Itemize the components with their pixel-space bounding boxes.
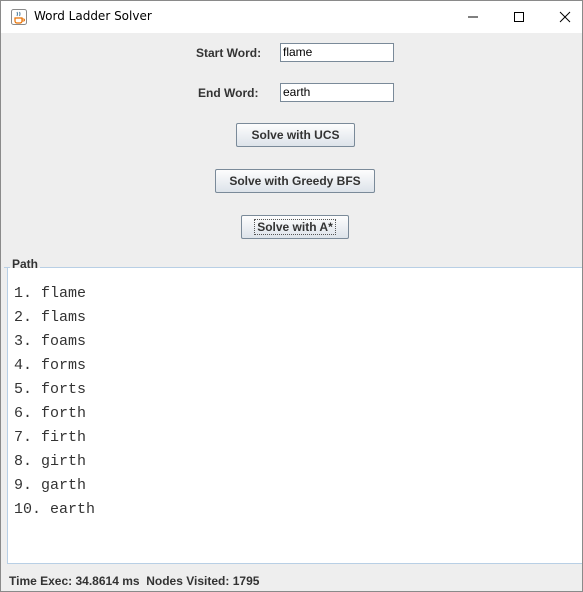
close-icon <box>559 11 571 23</box>
java-cup-icon[interactable] <box>11 9 27 25</box>
path-step: 8. girth <box>14 453 87 470</box>
path-step: 7. firth <box>14 429 87 446</box>
start-word-field[interactable]: flame <box>280 43 394 62</box>
path-step: 3. foams <box>14 333 87 350</box>
close-button[interactable] <box>542 1 583 33</box>
end-word-field[interactable]: earth <box>280 83 394 102</box>
solve-astar-label: Solve with A* <box>254 219 336 235</box>
maximize-icon <box>514 12 524 22</box>
solve-astar-button[interactable]: Solve with A* <box>241 215 349 239</box>
path-text-area[interactable]: 1. flame 2. flams 3. foams 4. forms 5. forts… <box>7 268 582 564</box>
end-word-label: End Word: <box>198 86 259 100</box>
path-step: 4. forms <box>14 357 87 374</box>
path-step: 1. flame <box>14 285 87 302</box>
solve-greedy-bfs-button[interactable]: Solve with Greedy BFS <box>215 169 375 193</box>
status-bar: Time Exec: 34.8614 ms Nodes Visited: 179… <box>9 574 259 588</box>
nodes-visited-value: 1795 <box>232 574 260 588</box>
minimize-button[interactable] <box>450 1 496 33</box>
solve-ucs-button[interactable]: Solve with UCS <box>236 123 355 147</box>
solve-greedy-bfs-label: Solve with Greedy BFS <box>229 174 361 188</box>
start-word-label: Start Word: <box>196 46 262 60</box>
path-step: 10. earth <box>14 501 96 518</box>
path-step: 2. flams <box>14 309 87 326</box>
path-list: 1. flame 2. flams 3. foams 4. forms 5. forts… <box>14 282 95 522</box>
window-title: Word Ladder Solver <box>34 9 152 23</box>
solve-ucs-label: Solve with UCS <box>251 128 340 142</box>
maximize-button[interactable] <box>496 1 542 33</box>
minimize-icon <box>468 16 478 18</box>
path-step: 6. forth <box>14 405 87 422</box>
nodes-visited-label: Nodes Visited: <box>146 574 230 588</box>
path-step: 9. garth <box>14 477 87 494</box>
title-bar[interactable]: Word Ladder Solver <box>1 1 582 33</box>
time-exec-value: 34.8614 ms <box>75 574 140 588</box>
main-window: Word Ladder Solver Start Word: flame End… <box>0 0 583 592</box>
path-panel: Path 1. flame 2. flams 3. foams 4. forms 5. … <box>4 257 582 567</box>
path-step: 5. forts <box>14 381 87 398</box>
time-exec-label: Time Exec: <box>9 574 73 588</box>
